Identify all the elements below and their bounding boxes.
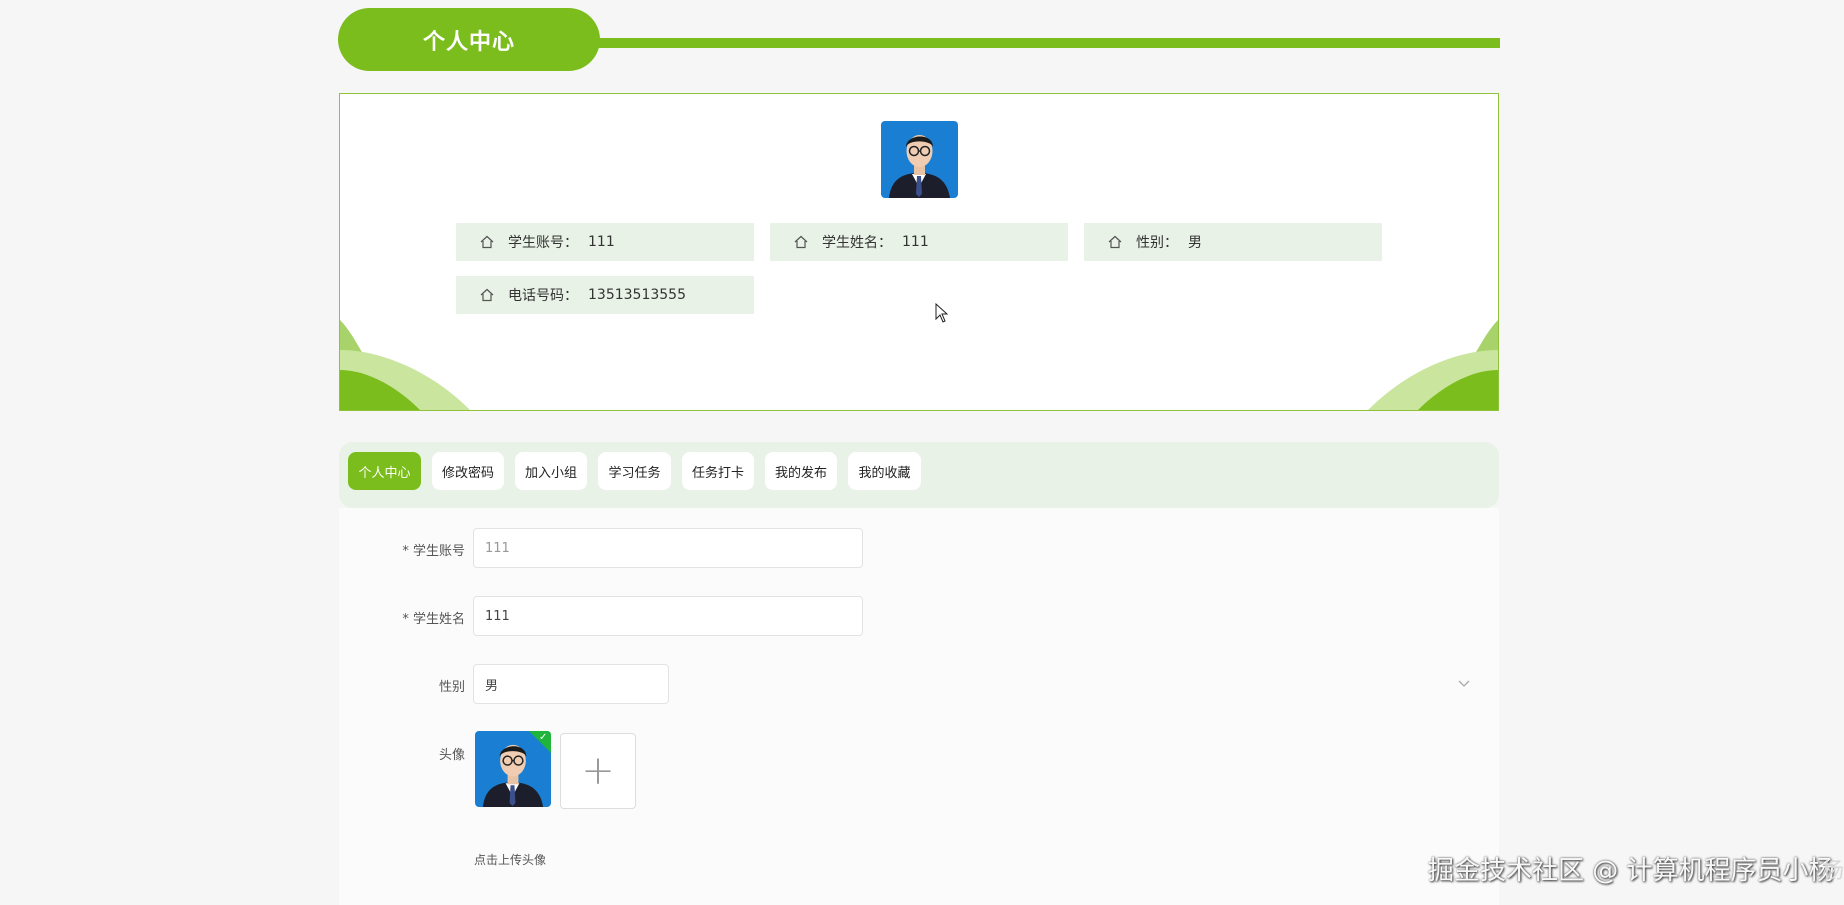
tab-my-posts[interactable]: 我的发布 <box>765 452 837 490</box>
info-label: 电话号码： <box>508 288 578 304</box>
mouse-cursor-icon <box>935 303 949 323</box>
home-icon <box>794 235 808 249</box>
avatar-label: 头像 <box>438 748 465 763</box>
tab-change-password[interactable]: 修改密码 <box>432 452 504 490</box>
edge-ghost-text: 杨 <box>1821 859 1844 884</box>
page-header: 个人中心 <box>338 8 1500 72</box>
info-phone: 电话号码： 13513513555 <box>456 276 754 314</box>
tabs-bar: 个人中心 修改密码 加入小组 学习任务 任务打卡 我的发布 我的收藏 <box>339 442 1499 508</box>
title-divider <box>596 38 1500 48</box>
chevron-down-icon[interactable] <box>1458 677 1470 689</box>
name-label: * 学生姓名 <box>402 612 465 627</box>
leaf-decoration-left <box>340 320 470 410</box>
upload-hint: 点击上传头像 <box>474 853 547 867</box>
profile-avatar <box>881 121 958 198</box>
uploaded-avatar-thumbnail[interactable]: ✓ <box>475 731 551 807</box>
tab-task-checkin[interactable]: 任务打卡 <box>682 452 754 490</box>
info-value: 111 <box>902 234 929 250</box>
info-value: 111 <box>588 234 615 250</box>
profile-card: 学生账号： 111 学生姓名： 111 性别： 男 电话号码： 13513513… <box>339 93 1499 411</box>
gender-label: 性别 <box>438 680 465 695</box>
account-label: * 学生账号 <box>402 544 465 559</box>
info-value: 男 <box>1188 235 1202 251</box>
watermark: 掘金技术社区 @ 计算机程序员小杨 <box>1428 856 1835 886</box>
gender-select[interactable]: 男 <box>473 664 669 704</box>
info-gender: 性别： 男 <box>1084 223 1382 261</box>
upload-plus-button[interactable]: + <box>560 733 636 809</box>
info-label: 学生账号： <box>508 235 578 251</box>
name-input[interactable]: 111 <box>473 596 863 636</box>
leaf-decoration-right <box>1368 320 1498 410</box>
home-icon <box>1108 235 1122 249</box>
home-icon <box>480 288 494 302</box>
tab-my-favorites[interactable]: 我的收藏 <box>848 452 921 490</box>
tab-study-tasks[interactable]: 学习任务 <box>598 452 671 490</box>
info-label: 学生姓名： <box>822 235 892 251</box>
account-input[interactable]: 111 <box>473 528 863 568</box>
page-title: 个人中心 <box>338 8 600 71</box>
tab-join-group[interactable]: 加入小组 <box>515 452 587 490</box>
info-account: 学生账号： 111 <box>456 223 754 261</box>
home-icon <box>480 235 494 249</box>
tab-profile[interactable]: 个人中心 <box>348 452 421 490</box>
info-name: 学生姓名： 111 <box>770 223 1068 261</box>
check-icon: ✓ <box>529 731 551 753</box>
info-value: 13513513555 <box>588 287 686 303</box>
plus-icon: + <box>581 748 615 794</box>
info-label: 性别： <box>1136 235 1178 251</box>
